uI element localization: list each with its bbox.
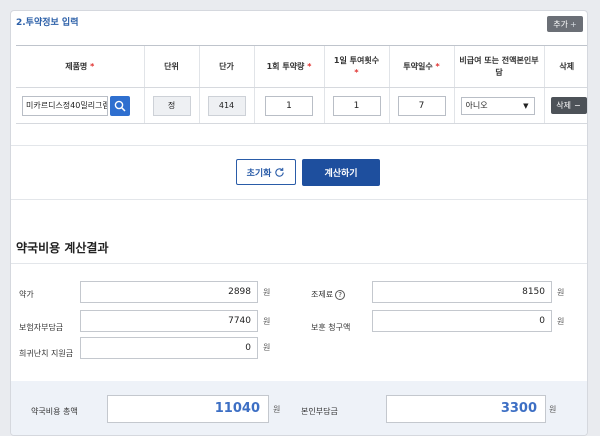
unit-label: 원: [263, 288, 271, 297]
help-icon[interactable]: ?: [335, 290, 346, 300]
add-row-button[interactable]: 추가 +: [547, 16, 583, 32]
add-button-label: 추가: [553, 19, 569, 29]
reset-button[interactable]: 초기화: [236, 159, 296, 185]
total-cost-label: 약국비용 총액: [31, 407, 78, 416]
delete-row-button[interactable]: 삭제 −: [550, 97, 587, 114]
divider: [11, 263, 587, 264]
medication-panel: 2.투약정보 입력 추가 + 제품명 * 단위 단가 1회 투약량 * 1일 투…: [10, 10, 588, 436]
header-dose-per-time: 1회 투약량 *: [253, 45, 324, 88]
supplement-field: 0: [372, 310, 552, 332]
reset-button-label: 초기화: [246, 168, 272, 179]
copay-label: 본인부담금: [301, 407, 338, 416]
search-icon: [114, 100, 126, 112]
header-unit-price: 단가: [198, 45, 254, 88]
header-delete: 삭제: [543, 45, 587, 88]
product-search-button[interactable]: [110, 95, 130, 116]
refresh-icon: [275, 167, 285, 177]
product-name-input[interactable]: 미카르디스정40밀리그램: [22, 95, 108, 116]
header-unit: 단위: [143, 45, 199, 88]
section-title: 2.투약정보 입력: [16, 18, 79, 28]
copay-field: 3300: [386, 395, 546, 423]
unit-label: 원: [273, 405, 281, 414]
dose-per-time-input[interactable]: 1: [265, 95, 313, 116]
header-non-covered: 비급여 또는 전액본인부담: [453, 45, 544, 88]
non-covered-select[interactable]: 아니오 ▼: [460, 96, 535, 115]
total-cost-field: 11040: [107, 395, 269, 423]
unit-label: 원: [263, 317, 271, 326]
times-per-day-input[interactable]: 1: [332, 95, 381, 116]
divider: [11, 199, 587, 200]
table-row: 미카르디스정40밀리그램 정 414 1 1 7 아니오 ▼ 삭제 −: [16, 87, 587, 124]
supplement-label: 보훈 청구액: [311, 323, 351, 332]
unit-price-field: 414: [207, 95, 246, 116]
chevron-down-icon: ▼: [523, 101, 529, 110]
prep-fee-label: 조제료?: [311, 289, 346, 300]
unit-field: 정: [152, 95, 191, 116]
unit-label: 원: [263, 343, 271, 352]
medication-table: 제품명 * 단위 단가 1회 투약량 * 1일 투여횟수 * 투약일수 * 비급여…: [16, 45, 587, 124]
unit-label: 원: [549, 405, 557, 414]
drug-cost-field: 2898: [80, 281, 258, 303]
rare-support-label: 희귀난치 지원금: [19, 349, 74, 358]
plus-icon: +: [570, 19, 577, 29]
unit-label: 원: [557, 288, 565, 297]
delete-button-label: 삭제: [556, 101, 572, 110]
insurer-field: 7740: [80, 310, 258, 332]
calculate-button[interactable]: 계산하기: [302, 159, 380, 186]
insurer-label: 보험자부담금: [19, 323, 64, 332]
result-title: 약국비용 계산결과: [16, 241, 109, 255]
header-times-per-day: 1일 투여횟수 *: [323, 45, 389, 88]
divider: [11, 145, 587, 146]
days-input[interactable]: 7: [397, 95, 446, 116]
minus-icon: −: [574, 101, 581, 110]
non-covered-value: 아니오: [465, 100, 488, 110]
header-product-name: 제품명 *: [16, 45, 144, 88]
drug-cost-label: 약가: [19, 290, 34, 299]
table-header-row: 제품명 * 단위 단가 1회 투약량 * 1일 투여횟수 * 투약일수 * 비급여…: [16, 45, 587, 88]
prep-fee-field: 8150: [372, 281, 552, 303]
rare-support-field: 0: [80, 337, 258, 359]
unit-label: 원: [557, 317, 565, 326]
header-days: 투약일수 *: [388, 45, 454, 88]
